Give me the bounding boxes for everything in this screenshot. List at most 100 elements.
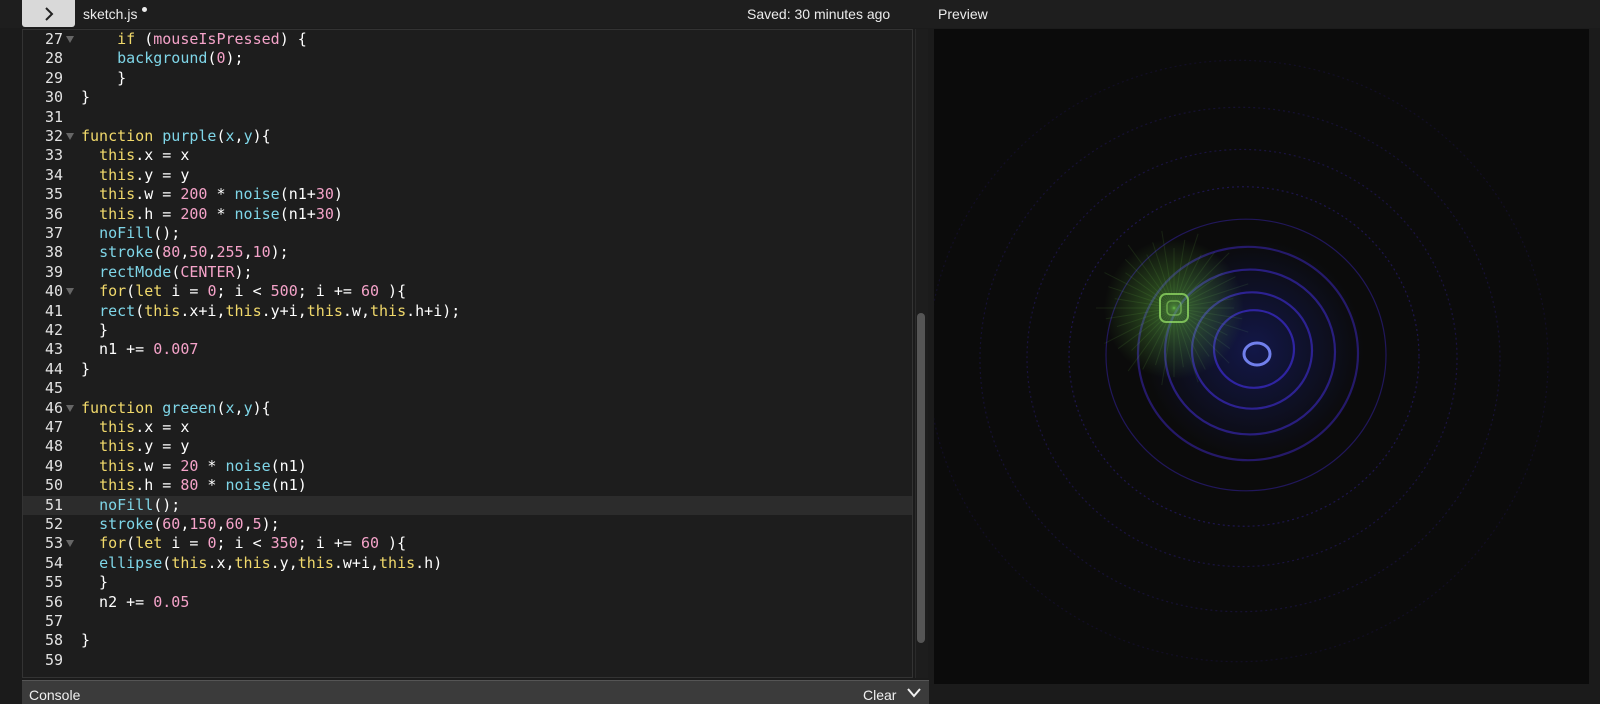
code-line[interactable]: 28 background(0); — [23, 49, 912, 68]
line-number: 48 — [44, 437, 63, 456]
console-clear-button[interactable]: Clear — [863, 687, 896, 703]
fold-arrow-icon[interactable] — [66, 288, 74, 296]
preview-canvas[interactable] — [934, 29, 1589, 684]
code-line[interactable]: 57 — [23, 612, 912, 631]
code-text: background(0); — [117, 49, 244, 68]
code-line[interactable]: 45 — [23, 379, 912, 398]
line-number: 57 — [44, 612, 63, 630]
code-line[interactable]: 53 for(let i = 0; i < 350; i += 60 ){ — [23, 534, 912, 553]
code-text: } — [81, 321, 109, 339]
code-text: this.w = 200 * noise(n1+30) — [99, 185, 343, 204]
file-name-tab[interactable]: sketch.js — [83, 6, 137, 22]
code-line[interactable]: 36 this.h = 200 * noise(n1+30) — [23, 204, 912, 224]
line-number: 49 — [44, 456, 63, 475]
line-number: 27 — [44, 30, 63, 48]
code-line[interactable]: 38 stroke(80,50,255,10); — [23, 243, 912, 262]
code-line[interactable]: 39 rectMode(CENTER); — [23, 262, 912, 282]
line-number: 34 — [44, 165, 63, 184]
code-line[interactable]: 31 — [23, 107, 912, 127]
code-line[interactable]: 30} — [23, 88, 912, 107]
line-number: 39 — [44, 262, 63, 281]
preview-label: Preview — [938, 6, 988, 22]
line-number: 56 — [44, 592, 63, 611]
line-number: 36 — [44, 204, 63, 223]
code-text: if (mouseIsPressed) { — [117, 30, 307, 48]
chevron-right-icon — [44, 6, 53, 21]
code-line[interactable]: 55 } — [23, 573, 912, 592]
line-number: 54 — [44, 553, 63, 572]
code-text: noFill(); — [99, 495, 181, 514]
code-line[interactable]: 58} — [23, 631, 912, 650]
line-number: 45 — [44, 379, 63, 398]
code-text: this.x = x — [99, 418, 190, 436]
sidebar-toggle-button[interactable] — [22, 0, 75, 27]
code-line[interactable]: 46 function greeen(x,y){ — [23, 398, 912, 418]
editor-scrollbar-thumb[interactable] — [917, 313, 925, 643]
code-line[interactable]: 34 this.y = y — [23, 165, 912, 185]
code-text: stroke(80,50,255,10); — [99, 243, 289, 262]
fold-arrow-icon[interactable] — [66, 404, 74, 412]
code-line[interactable]: 32 function purple(x,y){ — [23, 127, 912, 146]
code-line[interactable]: 29 } — [23, 68, 912, 88]
code-line[interactable]: 48 this.y = y — [23, 437, 912, 456]
code-line[interactable]: 43 n1 += 0.007 — [23, 340, 912, 359]
code-line[interactable]: 40 for(let i = 0; i < 500; i += 60 ){ — [23, 282, 912, 301]
top-bar: sketch.js Saved: 30 minutes ago Preview — [0, 0, 1600, 28]
line-number: 32 — [44, 127, 63, 145]
code-text: for(let i = 0; i < 350; i += 60 ){ — [99, 534, 407, 553]
line-number: 41 — [44, 301, 63, 320]
code-line[interactable]: 37 noFill(); — [23, 224, 912, 243]
line-number: 38 — [44, 243, 63, 262]
line-number: 30 — [44, 88, 63, 107]
code-line[interactable]: 56 n2 += 0.05 — [23, 592, 912, 612]
line-number: 37 — [44, 224, 63, 242]
code-text: this.h = 80 * noise(n1) — [99, 476, 307, 495]
code-line[interactable]: 47 this.x = x — [23, 418, 912, 437]
line-number: 42 — [44, 321, 63, 339]
line-number: 40 — [44, 282, 63, 301]
line-number: 31 — [44, 107, 63, 126]
code-text: noFill(); — [99, 224, 181, 242]
console-label: Console — [29, 687, 81, 703]
code-text: stroke(60,150,60,5); — [99, 515, 280, 533]
code-line[interactable]: 52 stroke(60,150,60,5); — [23, 515, 912, 534]
code-line[interactable]: 51 noFill(); — [23, 495, 912, 515]
code-line[interactable]: 41 rect(this.x+i,this.y+i,this.w,this.h+… — [23, 301, 912, 321]
code-line[interactable]: 44} — [23, 360, 912, 379]
chevron-down-icon[interactable] — [906, 687, 922, 699]
console-bar: Console Clear — [22, 680, 929, 704]
line-number: 59 — [44, 650, 63, 669]
code-text: this.y = y — [99, 437, 190, 456]
fold-arrow-icon[interactable] — [66, 540, 74, 548]
code-editor[interactable]: 27 if (mouseIsPressed) {28 background(0)… — [22, 29, 913, 678]
line-number: 28 — [44, 49, 63, 68]
line-number: 50 — [44, 476, 63, 495]
code-text: for(let i = 0; i < 500; i += 60 ){ — [99, 282, 407, 301]
code-text: this.w = 20 * noise(n1) — [99, 456, 307, 475]
fold-arrow-icon[interactable] — [66, 36, 74, 43]
code-text: function greeen(x,y){ — [81, 398, 271, 417]
saved-status: Saved: 30 minutes ago — [747, 6, 891, 22]
fold-arrow-icon[interactable] — [66, 133, 74, 140]
line-number: 51 — [44, 495, 63, 514]
code-text: this.x = x — [99, 146, 190, 165]
code-line[interactable]: 42 } — [23, 321, 912, 340]
code-text: function purple(x,y){ — [81, 127, 271, 145]
code-line[interactable]: 33 this.x = x — [23, 146, 912, 165]
code-text: rect(this.x+i,this.y+i,this.w,this.h+i); — [99, 301, 461, 320]
code-line[interactable]: 35 this.w = 200 * noise(n1+30) — [23, 185, 912, 204]
line-number: 55 — [44, 573, 63, 592]
line-number: 35 — [44, 185, 63, 204]
line-number: 29 — [44, 68, 63, 87]
code-text: n1 += 0.007 — [81, 340, 199, 359]
code-line[interactable]: 54 ellipse(this.x,this.y,this.w+i,this.h… — [23, 553, 912, 573]
code-text: this.h = 200 * noise(n1+30) — [99, 204, 343, 223]
code-line[interactable]: 50 this.h = 80 * noise(n1) — [23, 476, 912, 495]
code-text: } — [81, 88, 91, 107]
code-line[interactable]: 59 — [23, 650, 912, 670]
line-number: 53 — [44, 534, 63, 553]
code-text: this.y = y — [99, 165, 190, 184]
code-line[interactable]: 27 if (mouseIsPressed) { — [23, 30, 912, 49]
code-line[interactable]: 49 this.w = 20 * noise(n1) — [23, 456, 912, 476]
code-text: ellipse(this.x,this.y,this.w+i,this.h) — [99, 553, 443, 572]
